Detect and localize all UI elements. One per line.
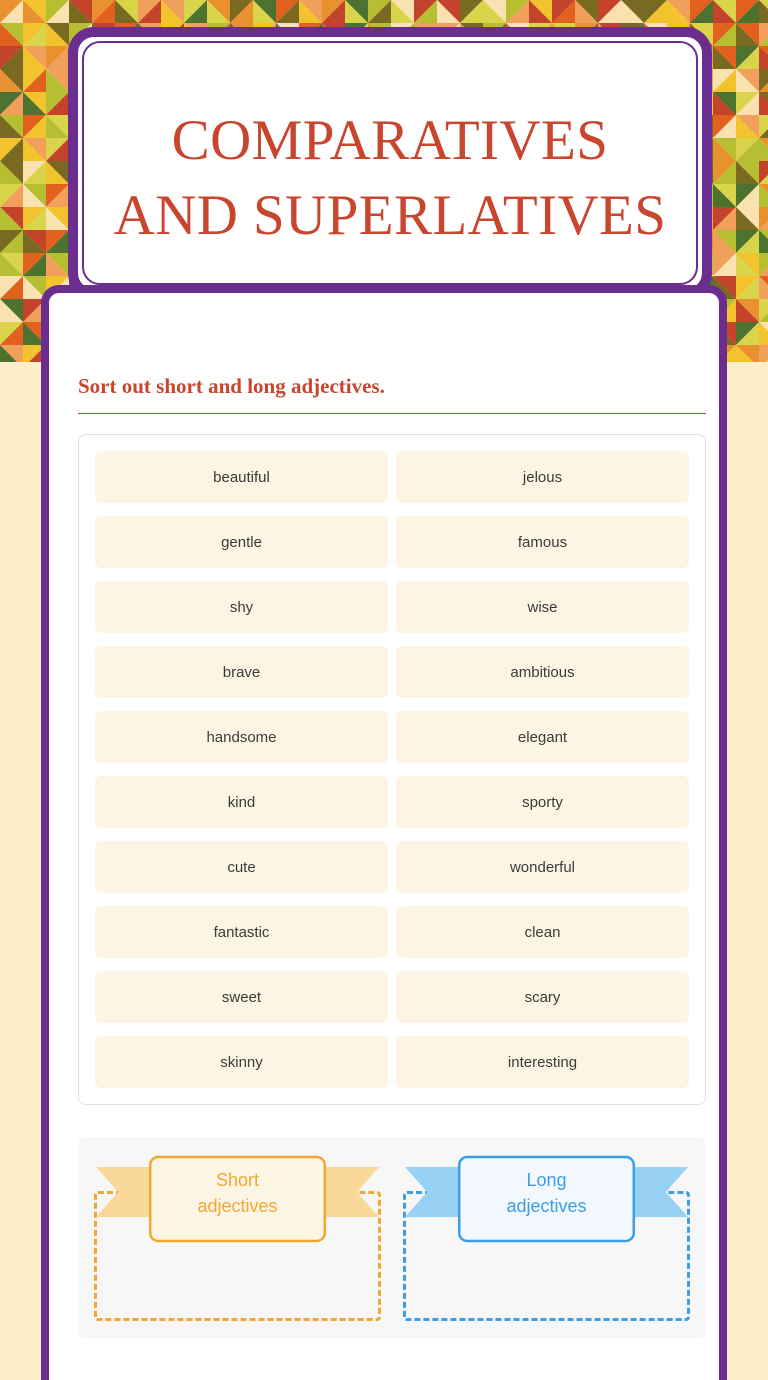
word-card[interactable]: elegant [396,711,689,764]
word-bank: beautiful jelous gentle famous shy wise brave a… [78,434,706,1106]
page-title-line-1: COMPARATIVES [171,109,609,172]
dropzone-column-short: Short adjectives [88,1147,387,1329]
page-title-line-2: AND SUPERLATIVES [113,184,667,248]
word-card[interactable]: sweet [95,971,388,1024]
page-title: COMPARATIVES AND SUPERLATIVES [84,103,696,253]
title-card: COMPARATIVES AND SUPERLATIVES [68,27,712,299]
ribbon-banner-short: Short adjectives [88,1155,387,1245]
dropzone-area: Short adjectives Long adjectives [78,1137,706,1340]
word-card[interactable]: scary [396,971,689,1024]
word-card[interactable]: interesting [396,1036,689,1089]
word-card[interactable]: kind [95,776,388,829]
word-card[interactable]: wonderful [396,841,689,894]
word-card[interactable]: cute [95,841,388,894]
word-card[interactable]: sporty [396,776,689,829]
word-card[interactable]: clean [396,906,689,959]
word-card[interactable]: famous [396,516,689,569]
instruction-divider [78,413,706,415]
word-card[interactable]: ambitious [396,646,689,699]
dropzone-column-long: Long adjectives [397,1147,696,1329]
word-card[interactable]: skinny [95,1036,388,1089]
word-card[interactable]: jelous [396,451,689,504]
ribbon-center-plate [148,1156,327,1243]
word-card[interactable]: wise [396,581,689,634]
word-card[interactable]: gentle [95,516,388,569]
instruction-block: Sort out short and long adjectives. [78,293,706,415]
ribbon-center-plate [457,1156,636,1243]
word-card[interactable]: shy [95,581,388,634]
word-card[interactable]: brave [95,646,388,699]
instruction-text: Sort out short and long adjectives. [78,374,385,398]
word-card[interactable]: beautiful [95,451,388,504]
word-card[interactable]: fantastic [95,906,388,959]
title-card-inner-border: COMPARATIVES AND SUPERLATIVES [82,41,698,285]
worksheet-content-card: Sort out short and long adjectives. beau… [41,285,727,1380]
ribbon-banner-long: Long adjectives [397,1155,696,1245]
word-card[interactable]: handsome [95,711,388,764]
